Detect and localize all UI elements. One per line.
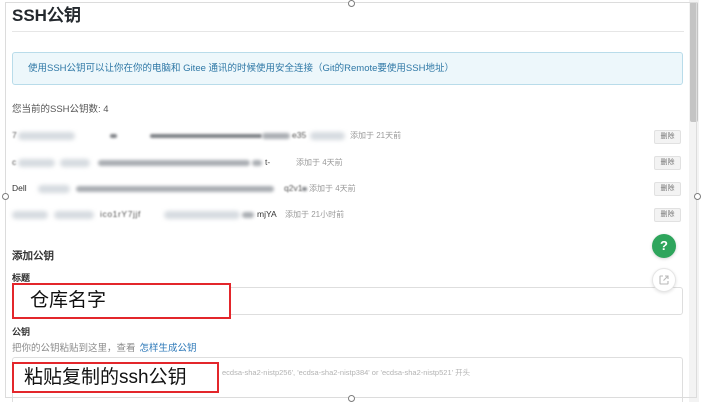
key-fingerprint-fragment: q2v1: [284, 183, 303, 193]
key-fingerprint-fragment: mjYA: [257, 209, 277, 219]
annotation-text: 仓库名字: [30, 290, 107, 311]
external-link-icon: [659, 275, 669, 285]
ssh-key-row: ico1rY7jjf mjYA 添加于 21小时前: [12, 207, 648, 222]
annotation-text: 粘贴复制的ssh公钥: [24, 367, 187, 388]
redacted-blur: [98, 160, 250, 166]
page-title: SSH公钥: [12, 6, 81, 25]
redacted-blur: [262, 133, 290, 139]
public-key-label: 公钥: [12, 327, 31, 337]
redacted-blur: [38, 185, 70, 193]
key-added-time: 添加于 21天前: [350, 131, 402, 140]
redacted-blur: [60, 159, 90, 167]
redacted-blur: [18, 159, 55, 167]
ssh-key-row: Dell q2v1 添加于 4天前: [12, 181, 648, 196]
key-title-fragment: ico1rY7jjf: [100, 209, 141, 219]
delete-key-button[interactable]: 删除: [654, 208, 681, 222]
ssh-key-row: c t- 添加于 4天前: [12, 155, 648, 170]
key-added-time: 添加于 4天前: [296, 158, 343, 167]
key-title-fragment: 7: [12, 130, 17, 140]
info-text: 使用SSH公钥可以让你在你的电脑和 Gitee 通讯的时候使用安全连接（Git的…: [28, 63, 454, 74]
scrollbar[interactable]: [689, 0, 699, 402]
key-title-fragment: c: [12, 157, 17, 167]
redacted-blur: [252, 160, 262, 166]
public-key-hint-text: 把你的公钥粘贴到这里，查看: [12, 343, 136, 354]
crop-handle-bottom[interactable]: [348, 395, 355, 402]
redacted-blur: [12, 211, 48, 219]
annotation-box-key: 粘贴复制的ssh公钥: [12, 362, 219, 393]
ssh-key-count: 您当前的SSH公钥数: 4: [12, 104, 109, 115]
delete-key-button[interactable]: 删除: [654, 130, 681, 144]
redacted-blur: [110, 134, 117, 138]
public-key-hint: 把你的公钥粘贴到这里，查看 怎样生成公钥: [12, 342, 197, 356]
header-divider: [12, 31, 684, 32]
ssh-key-row: 7 e35 添加于 21天前: [12, 128, 648, 143]
delete-key-button[interactable]: 删除: [654, 156, 681, 170]
annotation-box-title: 仓库名字: [12, 283, 231, 319]
how-to-generate-key-link[interactable]: 怎样生成公钥: [140, 343, 197, 354]
key-fingerprint-fragment: t-: [265, 157, 271, 167]
crop-handle-left[interactable]: [2, 193, 9, 200]
question-icon: ?: [660, 238, 668, 253]
redacted-blur: [150, 134, 262, 138]
external-link-button[interactable]: [652, 268, 676, 292]
redacted-blur: [164, 211, 240, 219]
key-added-time: 添加于 21小时前: [285, 210, 345, 219]
redacted-blur: [310, 132, 345, 140]
info-message: 使用SSH公钥可以让你在你的电脑和 Gitee 通讯的时候使用安全连接（Git的…: [12, 52, 683, 85]
key-title-fragment: Dell: [12, 183, 27, 193]
delete-key-button[interactable]: 删除: [654, 182, 681, 196]
crop-handle-top[interactable]: [348, 0, 355, 7]
redacted-blur: [302, 187, 307, 191]
help-button[interactable]: ?: [652, 234, 676, 258]
key-added-time: 添加于 4天前: [309, 184, 356, 193]
public-key-placeholder: ecdsa-sha2-nistp256', 'ecdsa-sha2-nistp3…: [222, 368, 471, 377]
add-key-heading: 添加公钥: [12, 250, 54, 262]
key-fingerprint-fragment: e35: [292, 130, 307, 140]
crop-handle-right[interactable]: [694, 193, 701, 200]
redacted-blur: [18, 132, 75, 140]
scrollbar-thumb[interactable]: [690, 2, 698, 122]
redacted-blur: [242, 212, 254, 218]
redacted-blur: [54, 211, 94, 219]
redacted-blur: [76, 186, 274, 192]
